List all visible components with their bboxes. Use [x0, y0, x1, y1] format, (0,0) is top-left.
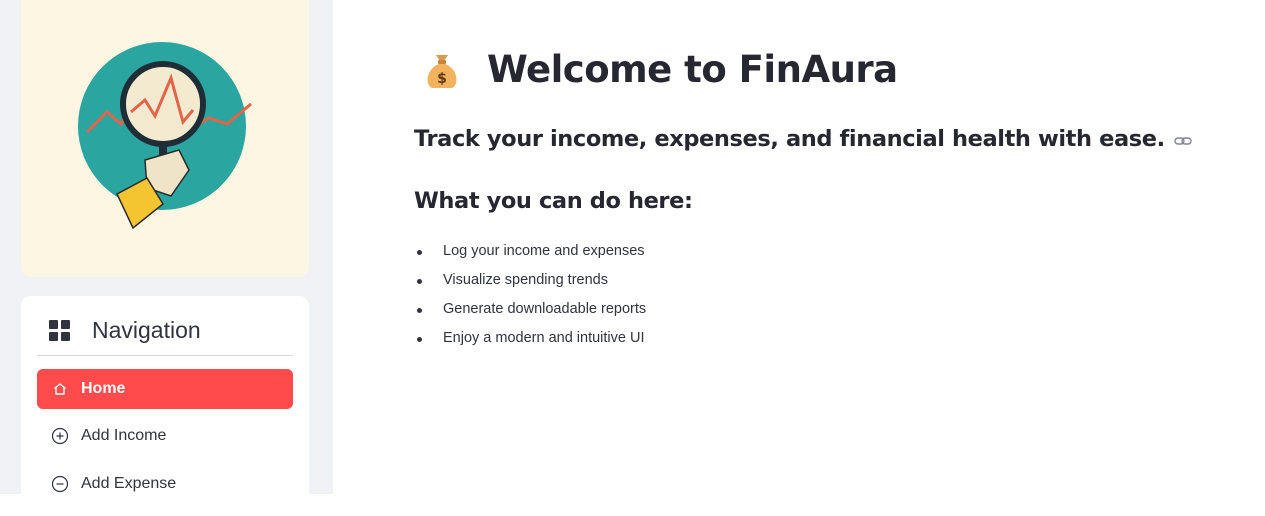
list-item: Enjoy a modern and intuitive UI: [415, 327, 646, 356]
plus-circle-icon: [51, 427, 69, 445]
home-icon: [51, 380, 69, 398]
sidebar: Navigation Home Add Income Add Expense: [0, 0, 333, 516]
svg-text:$: $: [437, 71, 447, 87]
finance-illustration: [21, 0, 309, 277]
page-subtitle: Track your income, expenses, and financi…: [414, 126, 1165, 152]
link-icon[interactable]: [1174, 135, 1192, 147]
page-title-row: $ Welcome to FinAura: [419, 46, 898, 92]
list-item: Generate downloadable reports: [415, 298, 646, 327]
nav-item-label: Add Income: [81, 427, 167, 444]
section-heading: What you can do here:: [414, 188, 693, 214]
magnifier-chart-icon: [78, 42, 252, 230]
minus-circle-icon: [51, 475, 69, 493]
nav-item-label: Add Expense: [81, 475, 177, 492]
list-item: Visualize spending trends: [415, 269, 646, 298]
navigation-header: Navigation: [37, 314, 293, 346]
feature-list: Log your income and expenses Visualize s…: [415, 240, 646, 356]
nav-item-add-income[interactable]: Add Income: [37, 416, 293, 456]
nav-item-add-expense[interactable]: Add Expense: [37, 464, 293, 504]
money-bag-icon: $: [427, 55, 457, 88]
divider: [37, 355, 293, 356]
nav-item-label: Home: [81, 380, 126, 397]
main-content: $ Welcome to FinAura Track your income, …: [333, 0, 1265, 494]
nav-item-home[interactable]: Home: [37, 369, 293, 409]
page-title: Welcome to FinAura: [487, 47, 898, 91]
subtitle-row: Track your income, expenses, and financi…: [414, 126, 1192, 152]
grid-icon: [49, 319, 70, 341]
navigation-title: Navigation: [92, 316, 201, 343]
navigation-card: Navigation Home Add Income Add Expense: [21, 296, 309, 516]
list-item: Log your income and expenses: [415, 240, 646, 269]
